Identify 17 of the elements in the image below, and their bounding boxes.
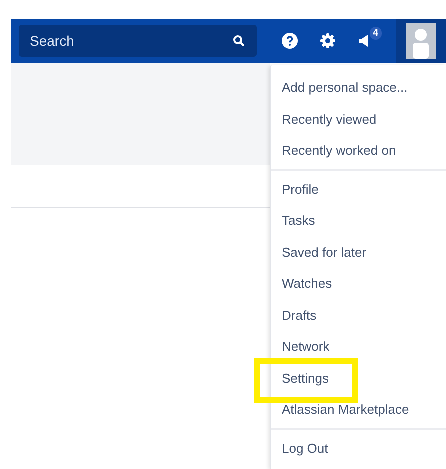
search-field[interactable]: Search <box>19 25 257 57</box>
menu-item[interactable]: Saved for later <box>282 244 367 260</box>
menu-item[interactable]: Profile <box>282 182 319 197</box>
notification-count: 4 <box>370 27 382 40</box>
menu-item[interactable]: Watches <box>282 276 332 292</box>
help-icon[interactable] <box>282 33 298 49</box>
menu-item[interactable]: Tasks <box>282 213 316 228</box>
menu-item[interactable]: Recently viewed <box>282 112 377 127</box>
menu-item[interactable]: Network <box>282 339 330 354</box>
menu-item[interactable]: Add personal space... <box>282 80 408 96</box>
settings-icon[interactable] <box>320 33 336 49</box>
menu-item[interactable]: Settings <box>282 370 329 386</box>
menu-item[interactable]: Log Out <box>282 440 328 456</box>
menu-item[interactable]: Atlassian Marketplace <box>282 402 410 418</box>
menu-item[interactable]: Recently worked on <box>282 143 396 158</box>
menu-item[interactable]: Drafts <box>282 308 317 323</box>
search-icon <box>233 35 245 47</box>
